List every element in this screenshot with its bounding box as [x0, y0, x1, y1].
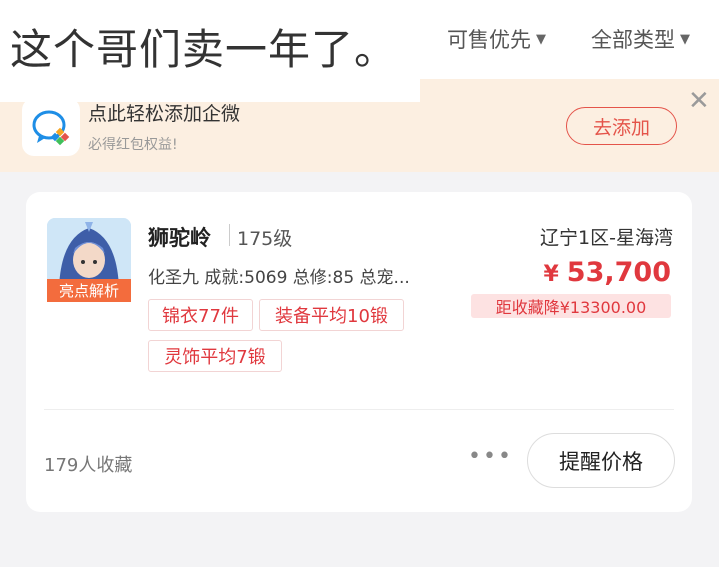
banner-title: 点此轻松添加企微	[88, 103, 241, 125]
filter-sale-priority[interactable]: 可售优先 ▼	[447, 24, 546, 54]
school-name: 狮驼岭	[148, 226, 211, 250]
listing-description: 化圣九 成就:5069 总修:85 总宠...	[148, 268, 410, 288]
add-wecom-button[interactable]: 去添加	[566, 107, 677, 145]
filter-all-types[interactable]: 全部类型 ▼	[591, 24, 690, 54]
price: ¥53,700	[500, 257, 671, 288]
character-level: 175级	[237, 228, 293, 250]
tag-accessory: 灵饰平均7锻	[148, 340, 282, 372]
price-drop-badge: 距收藏降¥13300.00	[471, 294, 671, 318]
filter-all-types-label: 全部类型	[591, 28, 675, 52]
wecom-icon	[22, 98, 80, 156]
card-divider	[44, 409, 674, 410]
caret-down-icon: ▼	[536, 31, 546, 47]
tag-equipment: 装备平均10锻	[259, 299, 404, 331]
overlay-caption: 这个哥们卖一年了。	[0, 0, 420, 102]
banner-subtitle: 必得红包权益!	[88, 137, 178, 153]
server-name: 辽宁1区-星海湾	[540, 227, 673, 249]
filter-sale-priority-label: 可售优先	[447, 28, 531, 52]
price-reminder-button[interactable]: 提醒价格	[527, 433, 675, 488]
overlay-caption-text: 这个哥们卖一年了。	[10, 25, 398, 74]
price-value: 53,700	[566, 257, 671, 288]
highlight-analysis-tag[interactable]: 亮点解析	[47, 279, 131, 302]
more-options-icon[interactable]: •••	[468, 444, 513, 469]
caret-down-icon: ▼	[680, 31, 690, 47]
price-currency: ¥	[543, 262, 559, 287]
tag-outfit: 锦衣77件	[148, 299, 253, 331]
close-icon[interactable]: ✕	[688, 88, 710, 114]
title-divider	[229, 224, 230, 246]
favorites-count: 179人收藏	[44, 455, 133, 476]
